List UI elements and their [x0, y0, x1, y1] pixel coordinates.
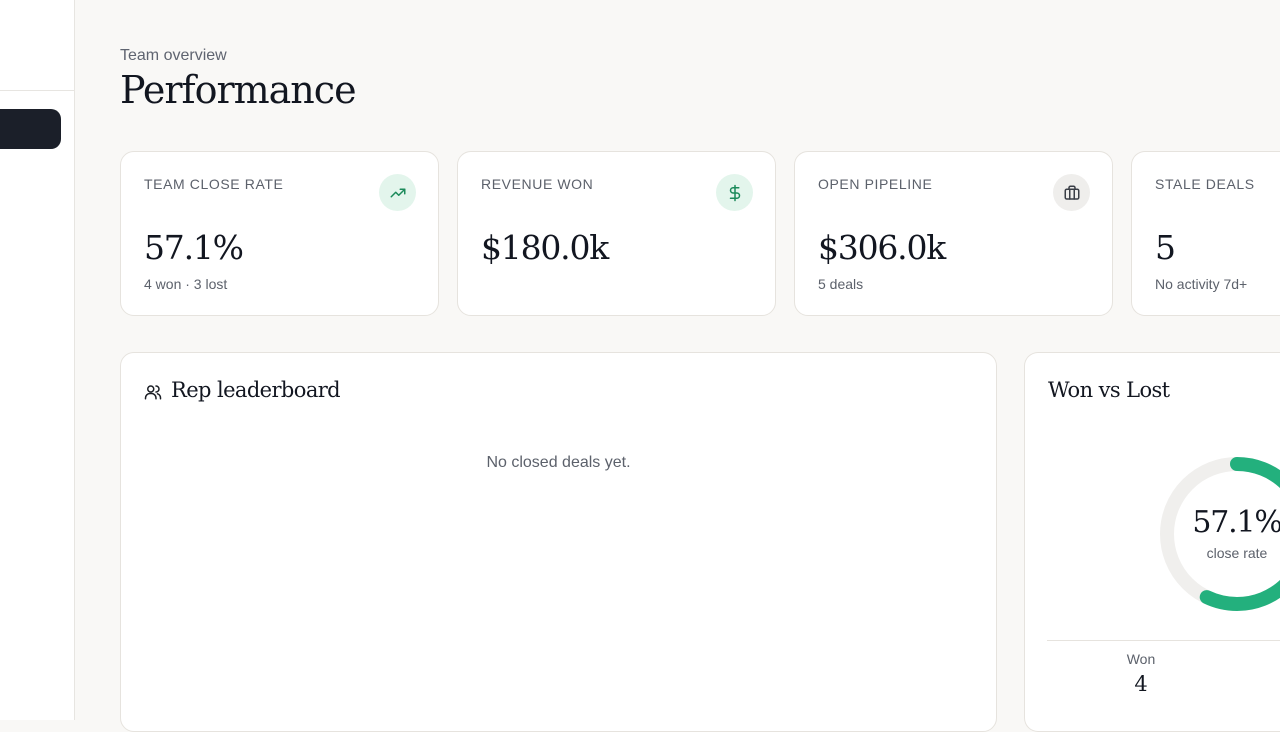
stat-value: 57.1% [144, 228, 244, 267]
dollar-icon [716, 174, 753, 211]
stat-label: STALE DEALS [1155, 176, 1255, 192]
stat-label: OPEN PIPELINE [818, 176, 933, 192]
main-content: Team overview Performance TEAM CLOSE RAT… [75, 0, 1280, 732]
won-count: 4 [1134, 672, 1148, 696]
panel-title: Won vs Lost [1048, 378, 1170, 402]
stat-subtext: 4 won · 3 lost [144, 276, 228, 292]
stat-value: $180.0k [481, 228, 609, 267]
page-title: Performance [120, 68, 357, 112]
stat-value: 5 [1155, 228, 1176, 267]
sidebar-divider [0, 90, 74, 91]
stat-card-revenue-won: REVENUE WON $180.0k [457, 151, 776, 316]
sidebar-active-nav-item[interactable] [0, 109, 61, 149]
won-label: Won [1126, 651, 1156, 667]
empty-state-text: No closed deals yet. [486, 454, 631, 471]
stat-value: $306.0k [818, 228, 946, 267]
stat-label: TEAM CLOSE RATE [144, 176, 284, 192]
panel-title: Rep leaderboard [171, 378, 341, 402]
stat-subtext: 5 deals [818, 276, 864, 292]
donut-close-rate-value: 57.1% [1192, 505, 1280, 540]
page-eyebrow: Team overview [120, 47, 227, 64]
rep-leaderboard-panel: Rep leaderboard No closed deals yet. [120, 352, 997, 732]
sidebar [0, 0, 75, 720]
users-icon [144, 385, 162, 400]
won-vs-lost-panel: Won vs Lost 57.1% close rate Won 4 [1024, 352, 1280, 732]
legend-divider [1047, 640, 1280, 641]
stat-card-close-rate: TEAM CLOSE RATE 57.1% 4 won · 3 lost [120, 151, 439, 316]
stat-subtext: No activity 7d+ [1155, 276, 1248, 292]
trending-up-icon [379, 174, 416, 211]
donut-caption: close rate [1206, 545, 1268, 561]
stat-label: REVENUE WON [481, 176, 594, 192]
briefcase-icon [1053, 174, 1090, 211]
stat-card-open-pipeline: OPEN PIPELINE $306.0k 5 deals [794, 151, 1113, 316]
stat-card-stale-deals: STALE DEALS 5 No activity 7d+ [1131, 151, 1280, 316]
